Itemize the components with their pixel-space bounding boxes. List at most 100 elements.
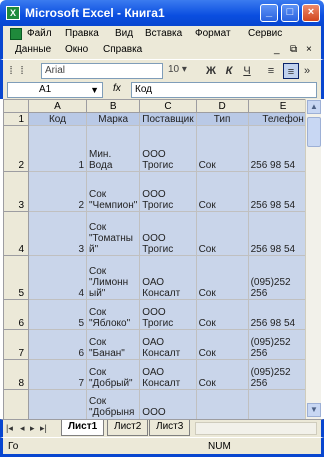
cell[interactable]: 8 — [28, 389, 87, 419]
cell[interactable]: Сок "Чемпион" — [85, 171, 141, 212]
cell[interactable]: 3 — [28, 211, 87, 256]
window-title: Microsoft Excel - Книга1 — [25, 6, 165, 20]
worksheet-grid[interactable]: A B C D E 1 Код Марка Поставщик Тип Теле… — [3, 99, 321, 419]
cell[interactable]: 1 — [28, 125, 87, 172]
workbook-icon[interactable] — [10, 28, 22, 40]
cell[interactable]: Тип — [195, 112, 249, 126]
cell[interactable]: Сок — [195, 389, 249, 419]
doc-restore-icon[interactable]: ⧉ — [290, 44, 297, 55]
row-header[interactable]: 1 — [3, 112, 29, 126]
cell[interactable]: Сок "Яблоко" — [85, 299, 141, 330]
tab-sheet3[interactable]: Лист3 — [149, 420, 191, 436]
cell[interactable]: Сок "Добрый" — [85, 359, 141, 390]
scroll-up-icon[interactable]: ▲ — [307, 100, 321, 114]
last-sheet-icon[interactable]: ▸| — [40, 423, 47, 434]
cell[interactable]: Сок — [195, 299, 249, 330]
row-header[interactable]: 4 — [3, 211, 29, 256]
scroll-thumb[interactable] — [307, 117, 321, 147]
align-left-icon[interactable]: ≡ — [263, 63, 279, 79]
excel-icon: X — [6, 6, 20, 20]
cell[interactable]: Сок — [195, 255, 249, 300]
align-center-icon[interactable]: ≡ — [283, 63, 299, 79]
cell[interactable]: ООО Трогис — [139, 389, 197, 419]
cell[interactable]: ООО Трогис — [139, 171, 197, 212]
row-header[interactable]: 7 — [3, 329, 29, 360]
cell[interactable]: Код — [28, 112, 87, 126]
fx-icon[interactable]: fx — [113, 83, 121, 94]
vertical-scrollbar[interactable]: ▲ ▼ — [305, 99, 321, 419]
font-size-select[interactable]: 10 ▾ — [165, 63, 193, 79]
cell[interactable]: Сок — [195, 125, 249, 172]
column-header[interactable]: A — [28, 99, 87, 113]
first-sheet-icon[interactable]: |◂ — [6, 423, 13, 434]
cell[interactable]: Сок — [195, 171, 249, 212]
column-header[interactable]: C — [139, 99, 197, 113]
cell[interactable]: ОАО Консалт — [139, 359, 197, 390]
menu-bar: Файл Правка Вид Вставка Формат Сервис — [0, 26, 324, 43]
menu-file[interactable]: Файл — [27, 28, 52, 39]
cell[interactable]: Сок — [195, 211, 249, 256]
cell[interactable]: ООО Трогис — [139, 211, 197, 256]
menu-insert[interactable]: Вставка — [145, 28, 182, 39]
menu-tools[interactable]: Сервис — [248, 28, 282, 39]
row-header[interactable]: 2 — [3, 125, 29, 172]
column-header[interactable]: B — [85, 99, 141, 113]
toolbar-overflow-icon[interactable]: » — [303, 63, 311, 79]
menu-format[interactable]: Формат — [195, 28, 231, 39]
row-header[interactable]: 9 — [3, 389, 29, 419]
menu-bar-row2: Данные Окно Справка _ ⧉ × — [0, 43, 324, 59]
menu-help[interactable]: Справка — [103, 44, 142, 55]
cell[interactable]: 5 — [28, 299, 87, 330]
maximize-button[interactable]: □ — [281, 4, 299, 22]
formula-input[interactable]: Код — [131, 82, 317, 98]
menu-view[interactable]: Вид — [115, 28, 133, 39]
cell[interactable]: 7 — [28, 359, 87, 390]
formatting-toolbar: ⁞ ⁞ Arial 10 ▾ Ж К Ч ≡ ≡ » — [0, 59, 324, 81]
menu-data[interactable]: Данные — [15, 44, 51, 55]
minimize-button[interactable]: _ — [260, 4, 278, 22]
cell[interactable]: Сок "Банан" — [85, 329, 141, 360]
italic-button[interactable]: К — [221, 63, 237, 79]
bold-button[interactable]: Ж — [203, 63, 219, 79]
scroll-down-icon[interactable]: ▼ — [307, 403, 321, 417]
cell[interactable]: 4 — [28, 255, 87, 300]
cell[interactable]: ОАО Консалт — [139, 255, 197, 300]
cell[interactable]: Мин. Вода — [85, 125, 141, 172]
formula-bar: A1 ▼ fx Код — [0, 81, 324, 99]
column-header[interactable]: D — [195, 99, 249, 113]
font-name-select[interactable]: Arial — [41, 63, 163, 79]
cell[interactable]: Сок — [195, 359, 249, 390]
row-header[interactable]: 3 — [3, 171, 29, 212]
underline-button[interactable]: Ч — [239, 63, 255, 79]
row-header[interactable]: 8 — [3, 359, 29, 390]
menu-edit[interactable]: Правка — [65, 28, 99, 39]
close-button[interactable]: × — [302, 4, 320, 22]
doc-close-icon[interactable]: × — [306, 44, 312, 55]
next-sheet-icon[interactable]: ▸ — [30, 423, 35, 434]
doc-minimize-icon[interactable]: _ — [274, 44, 280, 55]
cell[interactable]: 2 — [28, 171, 87, 212]
toolbar-grip-icon: ⁞ — [20, 65, 24, 77]
cell[interactable]: Сок "Томатны й" — [85, 211, 141, 256]
tab-sheet2[interactable]: Лист2 — [107, 420, 149, 436]
select-all-corner[interactable] — [3, 99, 29, 113]
menu-window[interactable]: Окно — [65, 44, 88, 55]
sheet-tabs-bar: |◂ ◂ ▸ ▸| Лист1 Лист2 Лист3 — [0, 419, 324, 437]
name-box[interactable]: A1 ▼ — [7, 82, 103, 98]
cell[interactable]: ОАО Консалт — [139, 329, 197, 360]
tab-sheet1[interactable]: Лист1 — [61, 420, 105, 436]
cell[interactable]: Марка — [85, 112, 141, 126]
cell[interactable]: Сок "Добрыня " — [85, 389, 141, 419]
cell[interactable]: ООО Трогис — [139, 299, 197, 330]
cell[interactable]: 6 — [28, 329, 87, 360]
horizontal-scrollbar[interactable] — [195, 422, 317, 435]
prev-sheet-icon[interactable]: ◂ — [20, 423, 25, 434]
cell[interactable]: ООО Трогис — [139, 125, 197, 172]
row-header[interactable]: 5 — [3, 255, 29, 300]
cell[interactable]: Сок "Лимонн ый" — [85, 255, 141, 300]
cell[interactable]: Поставщик — [139, 112, 197, 126]
status-text: Го — [8, 441, 19, 452]
row-header[interactable]: 6 — [3, 299, 29, 330]
chevron-down-icon[interactable]: ▼ — [90, 83, 99, 97]
cell[interactable]: Сок — [195, 329, 249, 360]
